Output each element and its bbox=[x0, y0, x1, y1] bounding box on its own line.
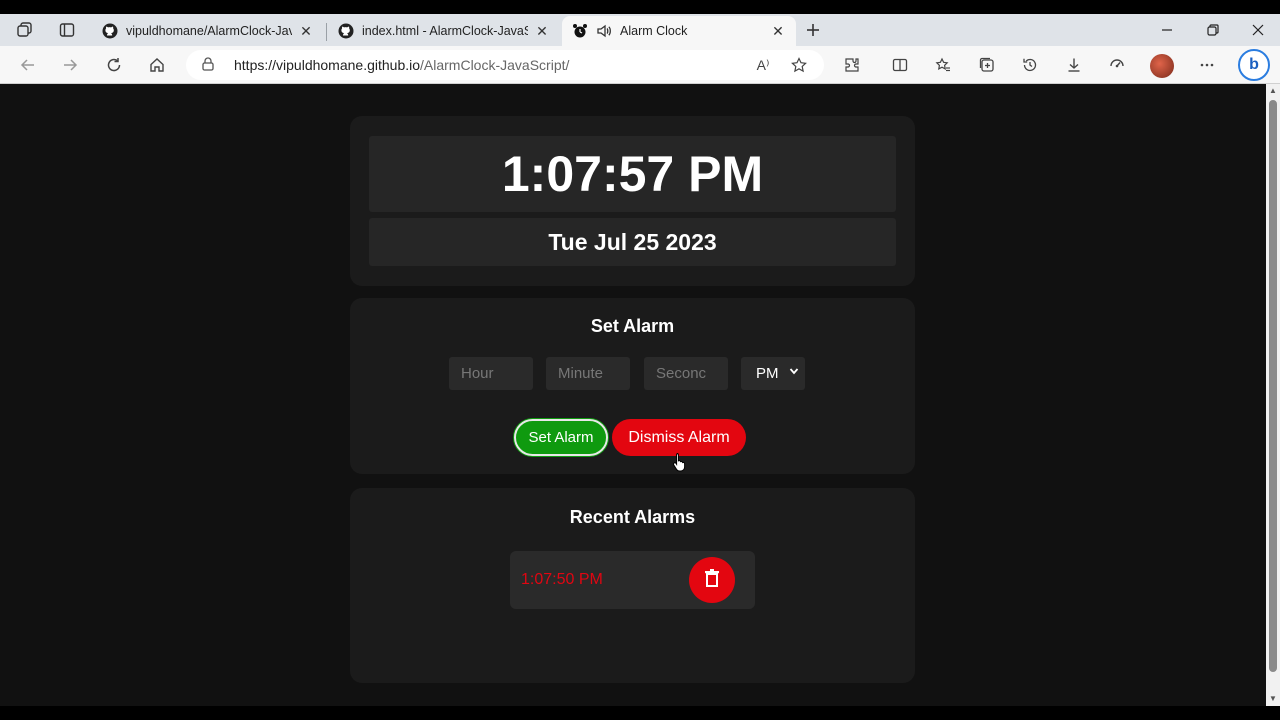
recent-alarms-title: Recent Alarms bbox=[569, 507, 696, 527]
ampm-value: PM bbox=[756, 365, 779, 382]
hour-input[interactable] bbox=[449, 357, 533, 390]
ampm-select[interactable]: PM bbox=[741, 357, 805, 390]
scrollbar-thumb[interactable] bbox=[1269, 100, 1277, 672]
refresh-icon[interactable] bbox=[100, 52, 128, 78]
delete-alarm-button[interactable] bbox=[689, 557, 735, 603]
history-icon[interactable] bbox=[1016, 52, 1044, 78]
back-icon[interactable] bbox=[14, 52, 42, 78]
page-scrollbar[interactable]: ▲ ▼ bbox=[1266, 84, 1280, 706]
trash-icon bbox=[704, 568, 720, 592]
recent-alarms-card: Recent Alarms 1:07:50 PM bbox=[350, 488, 915, 683]
lock-icon[interactable] bbox=[202, 56, 216, 74]
hand-cursor-icon bbox=[673, 453, 686, 472]
downloads-icon[interactable] bbox=[1060, 52, 1088, 78]
tab-label: Alarm Clock bbox=[620, 24, 688, 38]
top-strip bbox=[0, 0, 1280, 14]
home-icon[interactable] bbox=[143, 52, 171, 78]
github-icon bbox=[338, 23, 354, 39]
browser-toolbar: https://vipuldhomane.github.io/AlarmCloc… bbox=[0, 46, 1280, 84]
profile-avatar[interactable] bbox=[1150, 54, 1174, 78]
set-alarm-button[interactable]: Set Alarm bbox=[514, 419, 608, 456]
set-alarm-card: Set Alarm PM Set Alarm Dismiss Alarm bbox=[350, 298, 915, 474]
speaker-icon[interactable] bbox=[596, 23, 612, 39]
tab-actions-icon[interactable] bbox=[54, 18, 80, 42]
chevron-down-icon bbox=[789, 366, 799, 379]
page-viewport: 1:07:57 PM Tue Jul 25 2023 Set Alarm PM … bbox=[0, 84, 1266, 706]
close-window-icon[interactable] bbox=[1235, 14, 1280, 46]
address-bar[interactable]: https://vipuldhomane.github.io/AlarmCloc… bbox=[186, 50, 824, 80]
current-date: Tue Jul 25 2023 bbox=[369, 218, 896, 266]
current-time: 1:07:57 PM bbox=[369, 136, 896, 212]
second-input[interactable] bbox=[644, 357, 728, 390]
clock-card: 1:07:57 PM Tue Jul 25 2023 bbox=[350, 116, 915, 286]
list-item: 1:07:50 PM bbox=[510, 551, 755, 609]
forward-icon[interactable] bbox=[56, 52, 84, 78]
tab-divider bbox=[326, 23, 327, 41]
minimize-icon[interactable] bbox=[1144, 14, 1190, 46]
tab-github-index[interactable]: index.html - AlarmClock-JavaScri ✕ bbox=[328, 16, 560, 46]
performance-icon[interactable] bbox=[1103, 52, 1131, 78]
collections-icon[interactable] bbox=[973, 52, 1001, 78]
split-screen-icon[interactable] bbox=[886, 52, 914, 78]
set-alarm-title: Set Alarm bbox=[590, 316, 675, 336]
close-icon[interactable]: ✕ bbox=[534, 23, 550, 40]
restore-icon[interactable] bbox=[1190, 14, 1236, 46]
tab-label: vipuldhomane/AlarmClock-JavaS bbox=[126, 24, 292, 38]
bottom-strip bbox=[0, 706, 1280, 720]
url-host: https://vipuldhomane.github.io bbox=[234, 57, 421, 73]
favorite-star-icon[interactable] bbox=[788, 54, 810, 76]
tab-github-repo[interactable]: vipuldhomane/AlarmClock-JavaS ✕ bbox=[92, 16, 324, 46]
favorites-icon[interactable] bbox=[929, 52, 957, 78]
url-text: https://vipuldhomane.github.io/AlarmCloc… bbox=[234, 57, 752, 73]
read-aloud-icon[interactable]: A⁾ bbox=[752, 54, 774, 76]
alarm-clock-icon bbox=[572, 23, 588, 39]
more-options-icon[interactable] bbox=[1193, 52, 1221, 78]
github-icon bbox=[102, 23, 118, 39]
close-icon[interactable]: ✕ bbox=[298, 23, 314, 40]
tab-alarm-clock[interactable]: Alarm Clock ✕ bbox=[562, 16, 796, 46]
bing-copilot-icon[interactable]: b bbox=[1238, 49, 1270, 81]
dismiss-alarm-button[interactable]: Dismiss Alarm bbox=[612, 419, 746, 456]
new-tab-icon[interactable] bbox=[800, 18, 826, 42]
tab-bar: vipuldhomane/AlarmClock-JavaS ✕ index.ht… bbox=[0, 14, 1280, 46]
scroll-down-icon[interactable]: ▼ bbox=[1266, 692, 1280, 706]
close-icon[interactable]: ✕ bbox=[770, 23, 786, 40]
workspaces-icon[interactable] bbox=[12, 18, 38, 42]
alarm-time: 1:07:50 PM bbox=[521, 571, 603, 588]
scroll-up-icon[interactable]: ▲ bbox=[1266, 84, 1280, 98]
minute-input[interactable] bbox=[546, 357, 630, 390]
tab-label: index.html - AlarmClock-JavaScri bbox=[362, 24, 528, 38]
url-path: /AlarmClock-JavaScript/ bbox=[420, 57, 570, 73]
extensions-icon[interactable] bbox=[838, 52, 866, 78]
